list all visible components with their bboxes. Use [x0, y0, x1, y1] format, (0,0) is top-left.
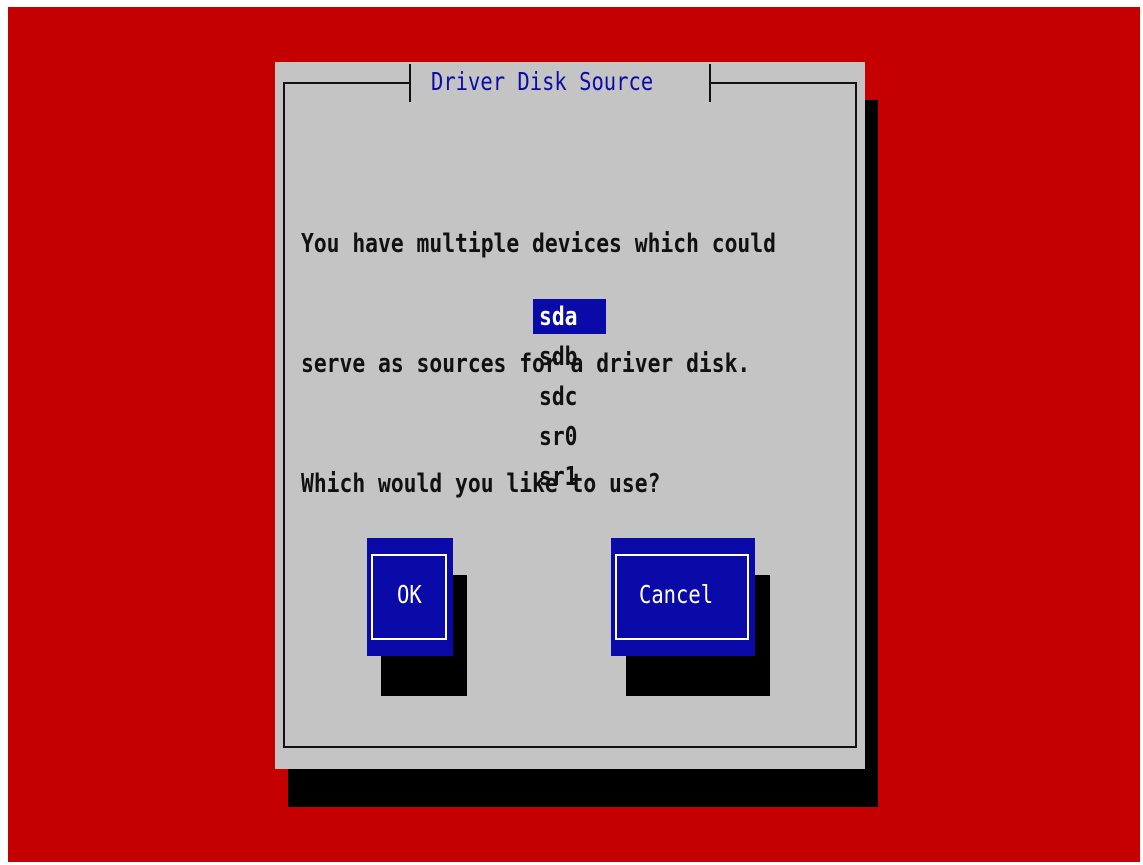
device-option-sr0[interactable]: sr0 — [533, 418, 617, 458]
cancel-button[interactable]: Cancel — [611, 538, 755, 656]
device-option-sdb[interactable]: sdb — [533, 338, 617, 378]
device-label: sr0 — [539, 422, 578, 452]
device-option-sda[interactable]: sda — [533, 298, 617, 338]
device-label: sr1 — [539, 462, 578, 492]
device-option-sr1[interactable]: sr1 — [533, 458, 617, 498]
cancel-button-label: Cancel — [639, 580, 714, 609]
device-option-sdc[interactable]: sdc — [533, 378, 617, 418]
message-line: You have multiple devices which could — [301, 229, 776, 259]
device-label: sdc — [539, 382, 578, 412]
installer-screen: Driver Disk Source You have multiple dev… — [8, 7, 1140, 862]
device-label: sdb — [539, 342, 578, 372]
device-label: sda — [539, 302, 578, 332]
device-listbox[interactable]: sda sdb sdc sr0 sr1 — [533, 298, 617, 498]
dialog-title: Driver Disk Source — [431, 67, 654, 96]
driver-disk-source-dialog: Driver Disk Source You have multiple dev… — [275, 62, 865, 769]
ok-button-label: OK — [397, 580, 422, 609]
ok-button[interactable]: OK — [367, 538, 453, 656]
